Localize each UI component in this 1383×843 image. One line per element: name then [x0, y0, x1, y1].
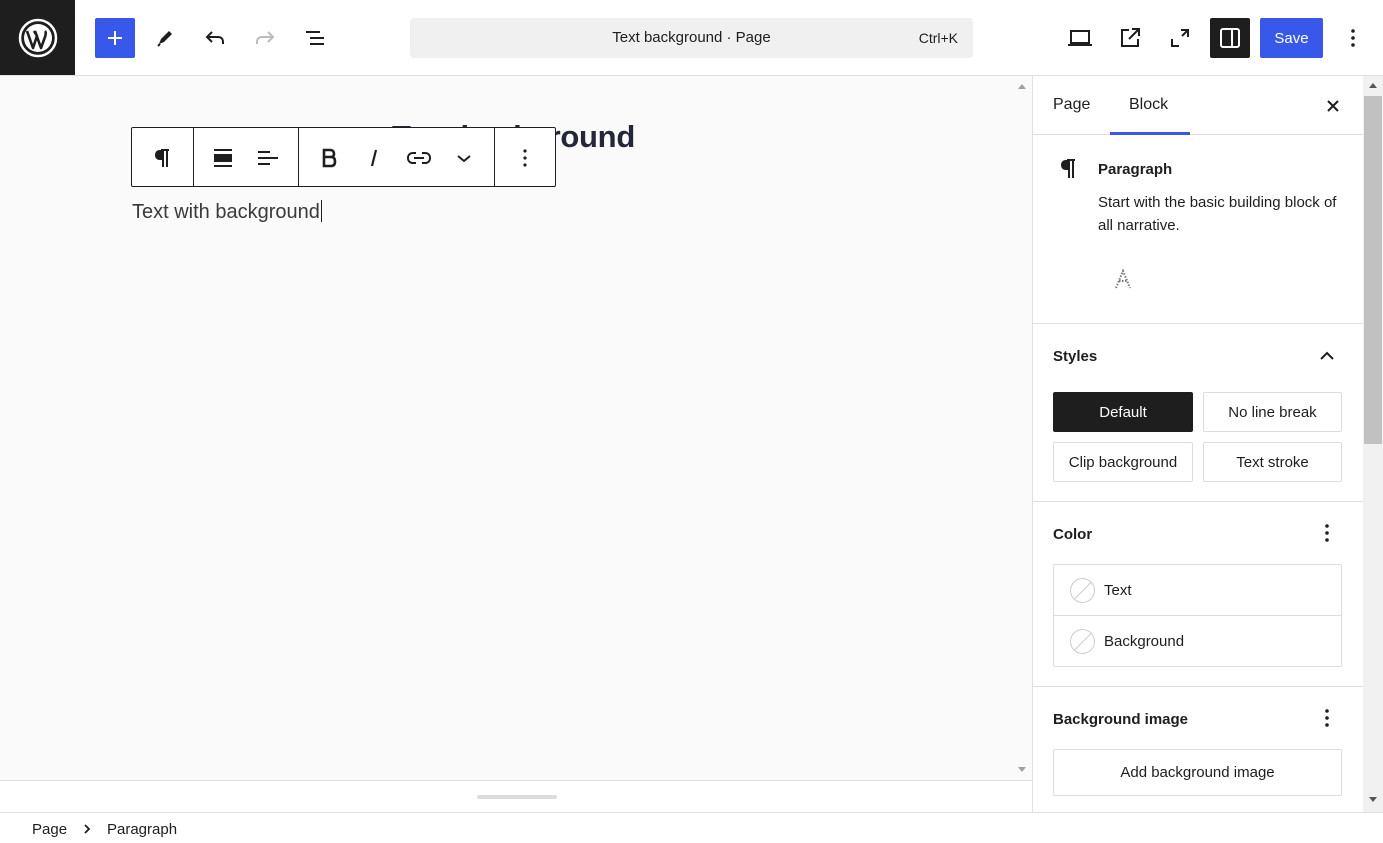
list-view-icon — [306, 31, 324, 45]
text-style-icon — [1115, 268, 1131, 289]
resize-handle[interactable] — [477, 795, 557, 799]
bold-icon — [322, 148, 337, 168]
options-button[interactable] — [1333, 18, 1373, 58]
document-title: Text background · Page — [612, 29, 771, 46]
scroll-arrows-icon — [1018, 84, 1026, 772]
scroll-arrows-icon — [1369, 83, 1377, 802]
chevron-up-icon[interactable] — [1317, 346, 1337, 366]
chevron-down-icon — [457, 155, 471, 163]
settings-sidebar: Page Block Paragraph Start with the basi… — [1032, 76, 1363, 812]
shortcut-hint: Ctrl+K — [918, 30, 958, 46]
desktop-icon — [1068, 30, 1092, 46]
sidebar-tabs: Page Block — [1033, 76, 1363, 135]
align-text-button[interactable] — [248, 138, 288, 178]
redo-button[interactable] — [245, 18, 285, 58]
close-icon — [1327, 100, 1339, 112]
fullscreen-button[interactable] — [1160, 18, 1200, 58]
view-page-button[interactable] — [1110, 18, 1150, 58]
redo-icon — [256, 31, 275, 44]
color-title: Color — [1053, 526, 1093, 543]
add-background-image-button[interactable]: Add background image — [1053, 749, 1342, 796]
more-options-icon — [523, 149, 527, 167]
save-button[interactable]: Save — [1260, 18, 1323, 58]
toolbar-separator — [494, 128, 495, 186]
plus-icon — [108, 31, 122, 45]
paragraph-icon — [155, 149, 169, 167]
command-palette-bar[interactable]: Text background · Page Ctrl+K — [410, 18, 973, 58]
style-clip-background-button[interactable]: Clip background — [1053, 442, 1193, 482]
align-wide-button[interactable] — [203, 138, 243, 178]
empty-swatch-icon — [1070, 629, 1095, 654]
close-sidebar-button[interactable] — [1318, 91, 1348, 121]
align-wide-icon — [214, 149, 232, 167]
external-link-icon — [1121, 28, 1140, 47]
undo-button[interactable] — [195, 18, 235, 58]
block-toolbar — [131, 127, 556, 187]
tab-block[interactable]: Block — [1129, 96, 1168, 114]
link-button[interactable] — [399, 138, 439, 178]
text-caret — [320, 200, 322, 222]
more-formats-button[interactable] — [444, 138, 484, 178]
link-icon — [406, 152, 432, 164]
background-image-options-button[interactable] — [1317, 706, 1337, 730]
settings-button[interactable] — [1210, 18, 1250, 58]
pencil-icon — [157, 31, 172, 47]
kebab-icon — [1351, 29, 1355, 47]
style-no-line-break-button[interactable]: No line break — [1203, 392, 1342, 432]
background-image-title: Background image — [1053, 711, 1189, 728]
sidebar-icon — [1220, 28, 1240, 48]
kebab-icon — [1325, 709, 1329, 727]
list-view-button[interactable] — [295, 18, 335, 58]
breadcrumb-item-page[interactable]: Page — [32, 821, 67, 838]
breadcrumb-item-paragraph[interactable]: Paragraph — [107, 821, 177, 838]
toolbar-separator — [298, 128, 299, 186]
color-text-label: Text — [1104, 582, 1132, 599]
paragraph-text: Text with background — [132, 201, 320, 223]
wordpress-icon — [18, 18, 57, 57]
breadcrumb: Page Paragraph — [0, 812, 1383, 843]
align-left-icon — [258, 151, 278, 165]
styles-title: Styles — [1053, 348, 1098, 365]
color-text-row[interactable]: Text — [1054, 565, 1341, 616]
preview-device-button[interactable] — [1060, 18, 1100, 58]
block-description: Start with the basic building block of a… — [1098, 194, 1337, 234]
block-name: Paragraph — [1098, 161, 1173, 178]
color-background-label: Background — [1104, 633, 1185, 650]
toolbar-separator — [193, 128, 194, 186]
editor-header: Text background · Page Ctrl+K Save — [0, 0, 1383, 76]
fullscreen-icon — [1171, 29, 1189, 47]
add-block-button[interactable] — [95, 18, 135, 58]
color-options-button[interactable] — [1317, 521, 1337, 545]
undo-icon — [205, 31, 224, 44]
wordpress-logo[interactable] — [0, 0, 75, 75]
empty-swatch-icon — [1070, 578, 1095, 603]
kebab-icon — [1325, 524, 1329, 542]
style-default-button[interactable]: Default — [1053, 392, 1193, 432]
block-options-button[interactable] — [505, 138, 545, 178]
block-type-button[interactable] — [142, 138, 182, 178]
paragraph-block[interactable]: Text with background — [132, 200, 322, 224]
italic-button[interactable] — [354, 138, 394, 178]
style-text-stroke-button[interactable]: Text stroke — [1203, 442, 1342, 482]
bold-button[interactable] — [309, 138, 349, 178]
canvas-scrollbar[interactable] — [1013, 76, 1032, 780]
resize-bar — [0, 780, 1033, 812]
tools-button[interactable] — [145, 18, 185, 58]
color-background-row[interactable]: Background — [1054, 616, 1341, 667]
tab-page[interactable]: Page — [1053, 96, 1090, 114]
chevron-right-icon — [84, 824, 91, 834]
color-settings-list: Text Background — [1053, 564, 1342, 667]
paragraph-icon — [1061, 159, 1075, 178]
italic-icon — [370, 149, 378, 167]
